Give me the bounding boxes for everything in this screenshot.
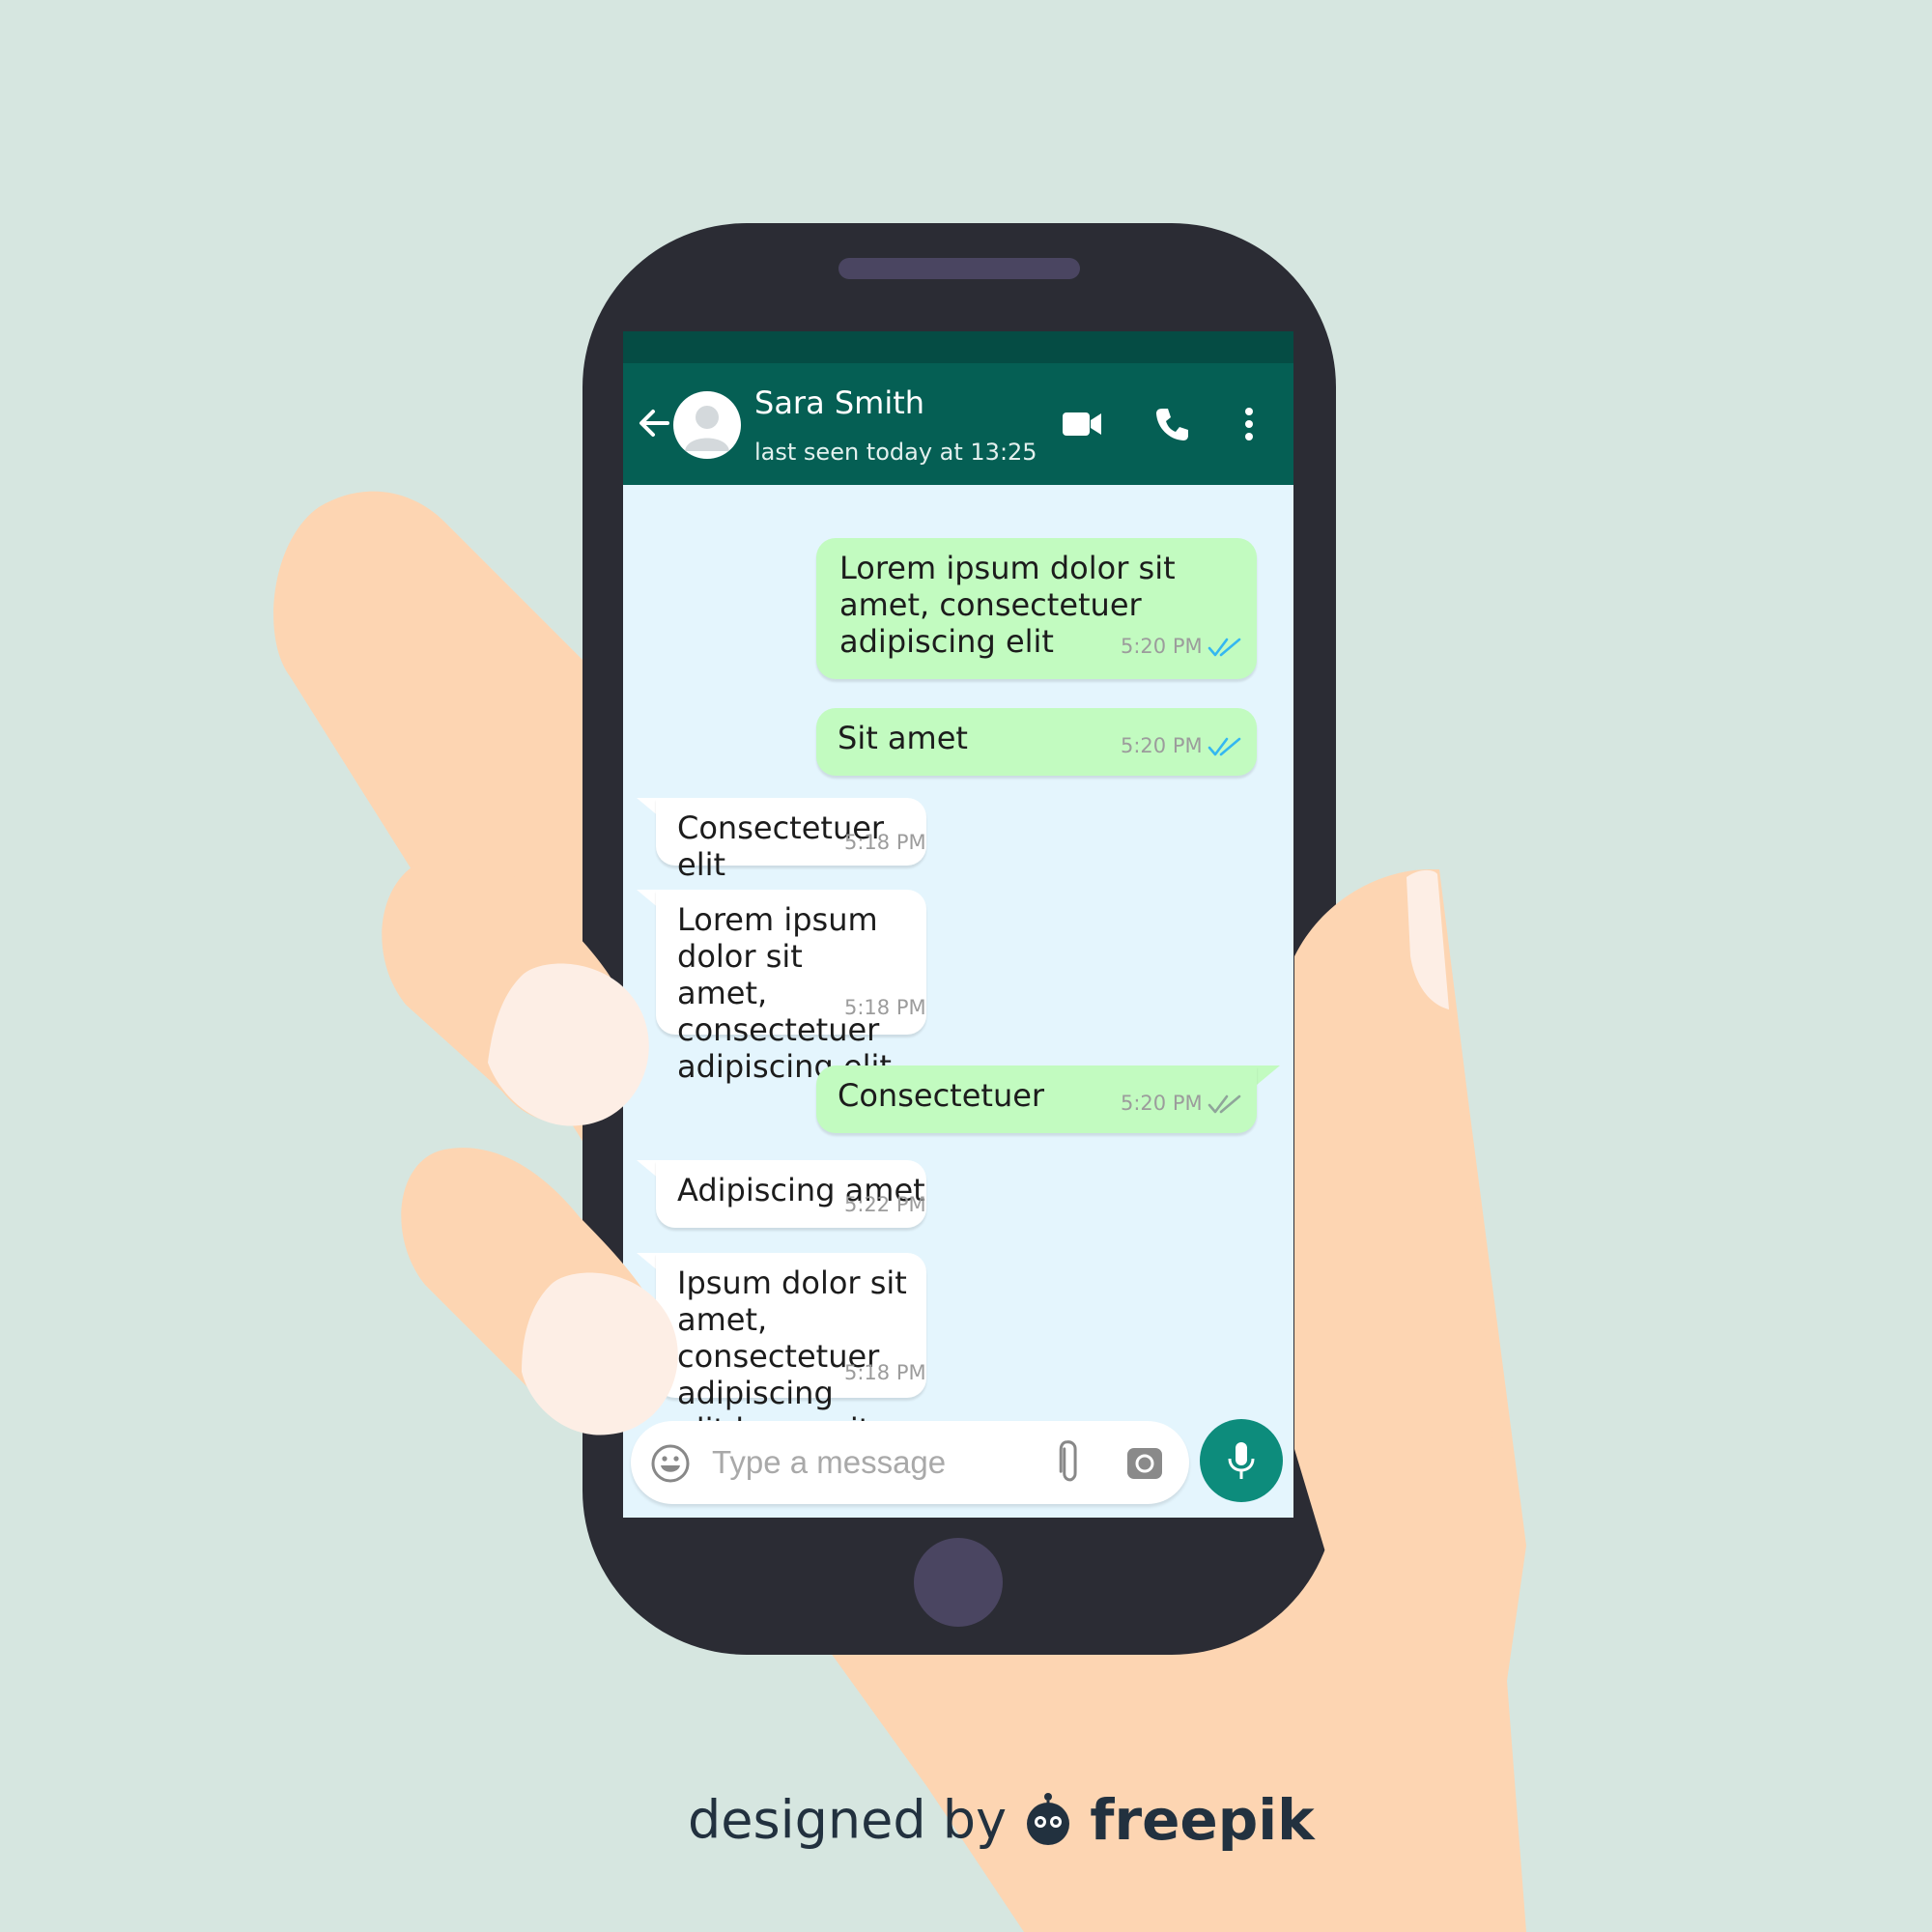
credit-prefix: designed by <box>688 1789 1008 1851</box>
credit-line: designed by freepik <box>688 1787 1315 1855</box>
freepik-logo-icon <box>1027 1793 1070 1845</box>
hand-fingers <box>382 857 1507 1642</box>
credit-brand: freepik <box>1090 1787 1315 1853</box>
illustration-scene: Sara Smith last seen today at 13:25 Lore… <box>0 0 1932 1932</box>
